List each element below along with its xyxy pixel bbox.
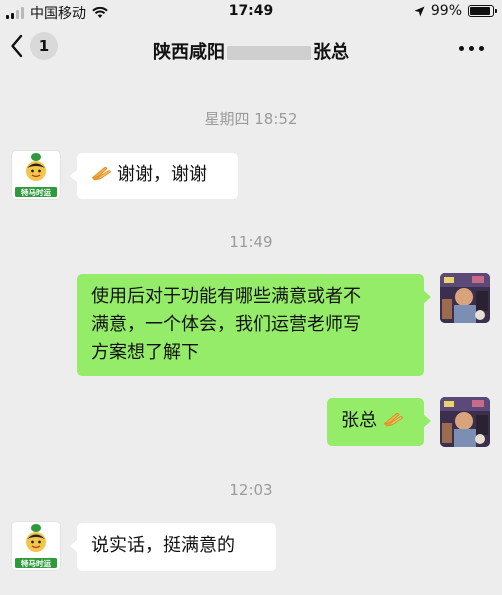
folded-hands-icon [383,412,403,427]
message-text: 张总 [341,410,377,431]
message-text: 说实话，挺满意的 [91,535,235,556]
received-message-bubble[interactable]: 说实话，挺满意的 [70,523,276,571]
contact-avatar[interactable]: 特马时运 [11,521,61,571]
sent-message-bubble[interactable]: 张总 [327,398,431,446]
message-timestamp: 11:49 [229,233,273,251]
logo-caption: 特马时运 [21,558,51,568]
status-bar: 中国移动 17:49 99% [0,0,502,24]
received-message-bubble[interactable]: 谢谢，谢谢 [70,153,238,199]
my-avatar[interactable] [440,397,490,447]
battery-percent: 99% [430,3,462,19]
battery-icon [468,5,497,17]
brand-logo-icon: 特马时运 [15,524,57,568]
my-avatar[interactable] [440,273,490,323]
chat-header: 1 陕西咸阳 张总 [0,24,502,76]
message-timestamp: 星期四 18:52 [204,110,298,128]
chat-title-suffix: 张总 [313,42,349,63]
folded-hands-icon [91,166,111,181]
location-arrow-icon [414,6,425,16]
more-options-button[interactable] [459,46,484,51]
user-photo-icon [440,397,490,447]
message-text-line: 满意，一个体会，我们运营老师写 [91,314,361,335]
user-photo-icon [440,273,490,323]
sent-message-bubble[interactable]: 使用后对于功能有哪些满意或者不 满意，一个体会，我们运营老师写 方案想了解下 [77,274,431,376]
chat-title: 陕西咸阳 张总 [0,38,502,64]
redacted-name-blur [227,46,311,60]
message-timestamp: 12:03 [229,481,273,499]
chat-title-prefix: 陕西咸阳 [153,42,225,63]
logo-caption: 特马时运 [21,187,51,197]
contact-avatar[interactable]: 特马时运 [11,150,61,200]
message-text-line: 使用后对于功能有哪些满意或者不 [91,286,361,307]
message-text-line: 方案想了解下 [91,342,199,363]
brand-logo-icon: 特马时运 [15,153,57,197]
message-text: 谢谢，谢谢 [117,164,207,185]
